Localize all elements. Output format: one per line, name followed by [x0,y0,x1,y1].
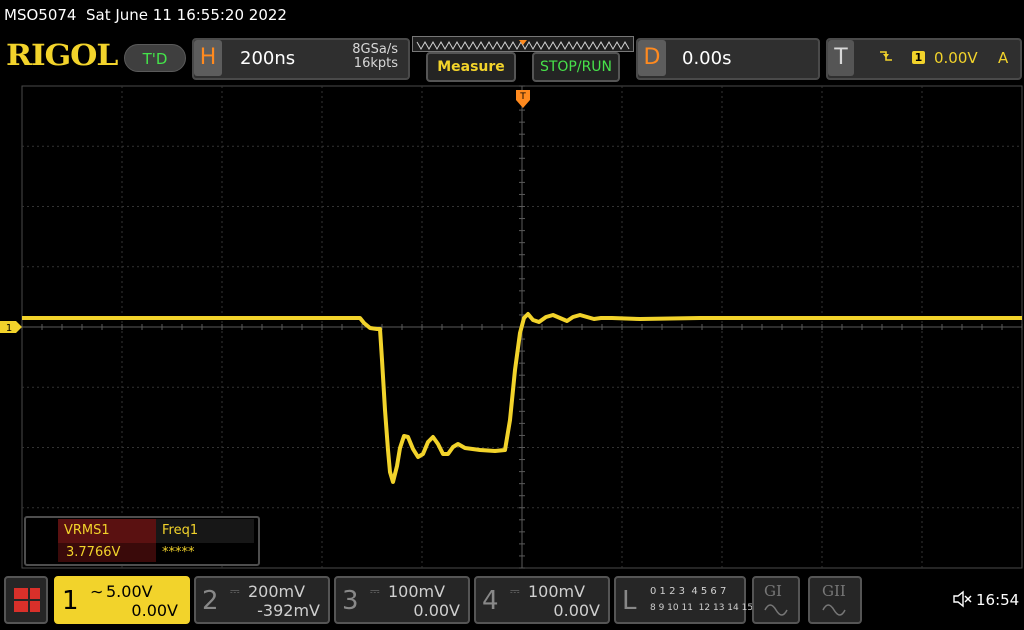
channel1-offset: 0.00V [131,601,178,620]
waveform-overview[interactable] [412,36,634,52]
rigol-logo: RIGOL [6,38,118,72]
horizontal-letter: H [194,40,222,76]
trigger-position-marker: T [516,90,530,108]
channel2-offset: -392mV [257,601,320,620]
sample-rate: 8GSa/s [352,42,398,57]
svg-text:1: 1 [6,323,12,334]
sine-wave-icon [822,602,846,621]
sine-wave-icon [764,602,788,621]
logic-letter: L [622,586,637,616]
channel1-scale: 5.00V [106,582,153,601]
trigger-mode: A [998,49,1009,67]
measurement-value-vrms: 3.7766V [58,543,156,562]
dc-coupling-icon: ⎓ [510,584,520,598]
falling-edge-icon [878,48,894,68]
generator2-label: GII [822,582,846,600]
status-title: MSO5074 Sat June 11 16:55:20 2022 [4,6,287,24]
trigger-level: 0.00V [934,49,978,67]
speaker-muted-icon[interactable] [952,590,972,612]
dc-coupling-icon: ⎓ [370,584,380,598]
channel3-number: 3 [342,586,359,616]
logic-channels-row1: 0 1 2 3 4 5 6 7 [650,586,727,597]
measure-button[interactable]: Measure [426,52,516,82]
trigger-source-badge: 1 [912,51,925,64]
delay-value: 0.00s [682,48,732,69]
channel1-number: 1 [62,586,79,616]
channel1-ground-marker[interactable]: 1 [0,321,22,334]
measurement-value-freq: ***** [162,545,195,560]
trigger-letter: T [828,40,854,76]
channel4-scale: 100mV [528,582,586,601]
measurement-header-freq[interactable]: Freq1 [156,519,254,543]
overview-zigzag [416,40,630,51]
stop-run-button[interactable]: STOP/RUN [532,52,620,82]
ac-coupling-icon: ∼ [90,582,104,601]
home-menu-button[interactable] [4,576,48,624]
channel2-number: 2 [202,586,219,616]
generator1-label: GI [764,582,782,600]
timebase-value: 200ns [240,48,296,69]
waveform-display[interactable]: T 1 [0,80,1024,570]
svg-text:T: T [519,92,526,102]
channel4-number: 4 [482,586,499,616]
datetime: Sat June 11 16:55:20 2022 [86,6,287,24]
model-name: MSO5074 [4,6,77,24]
channel3-scale: 100mV [388,582,446,601]
channel3-offset: 0.00V [413,601,460,620]
channel2-scale: 200mV [248,582,306,601]
memory-depth: 16kpts [353,56,398,71]
channel4-offset: 0.00V [553,601,600,620]
delay-letter: D [638,40,666,76]
run-state-badge[interactable]: T'D [124,44,186,72]
system-clock: 16:54 [976,591,1020,609]
logic-channels-row2: 8 9 10 11 12 13 14 15 [650,603,754,613]
grid-menu-icon [14,588,40,612]
measurement-header-vrms[interactable]: VRMS1 [58,519,156,543]
dc-coupling-icon: ⎓ [230,584,240,598]
